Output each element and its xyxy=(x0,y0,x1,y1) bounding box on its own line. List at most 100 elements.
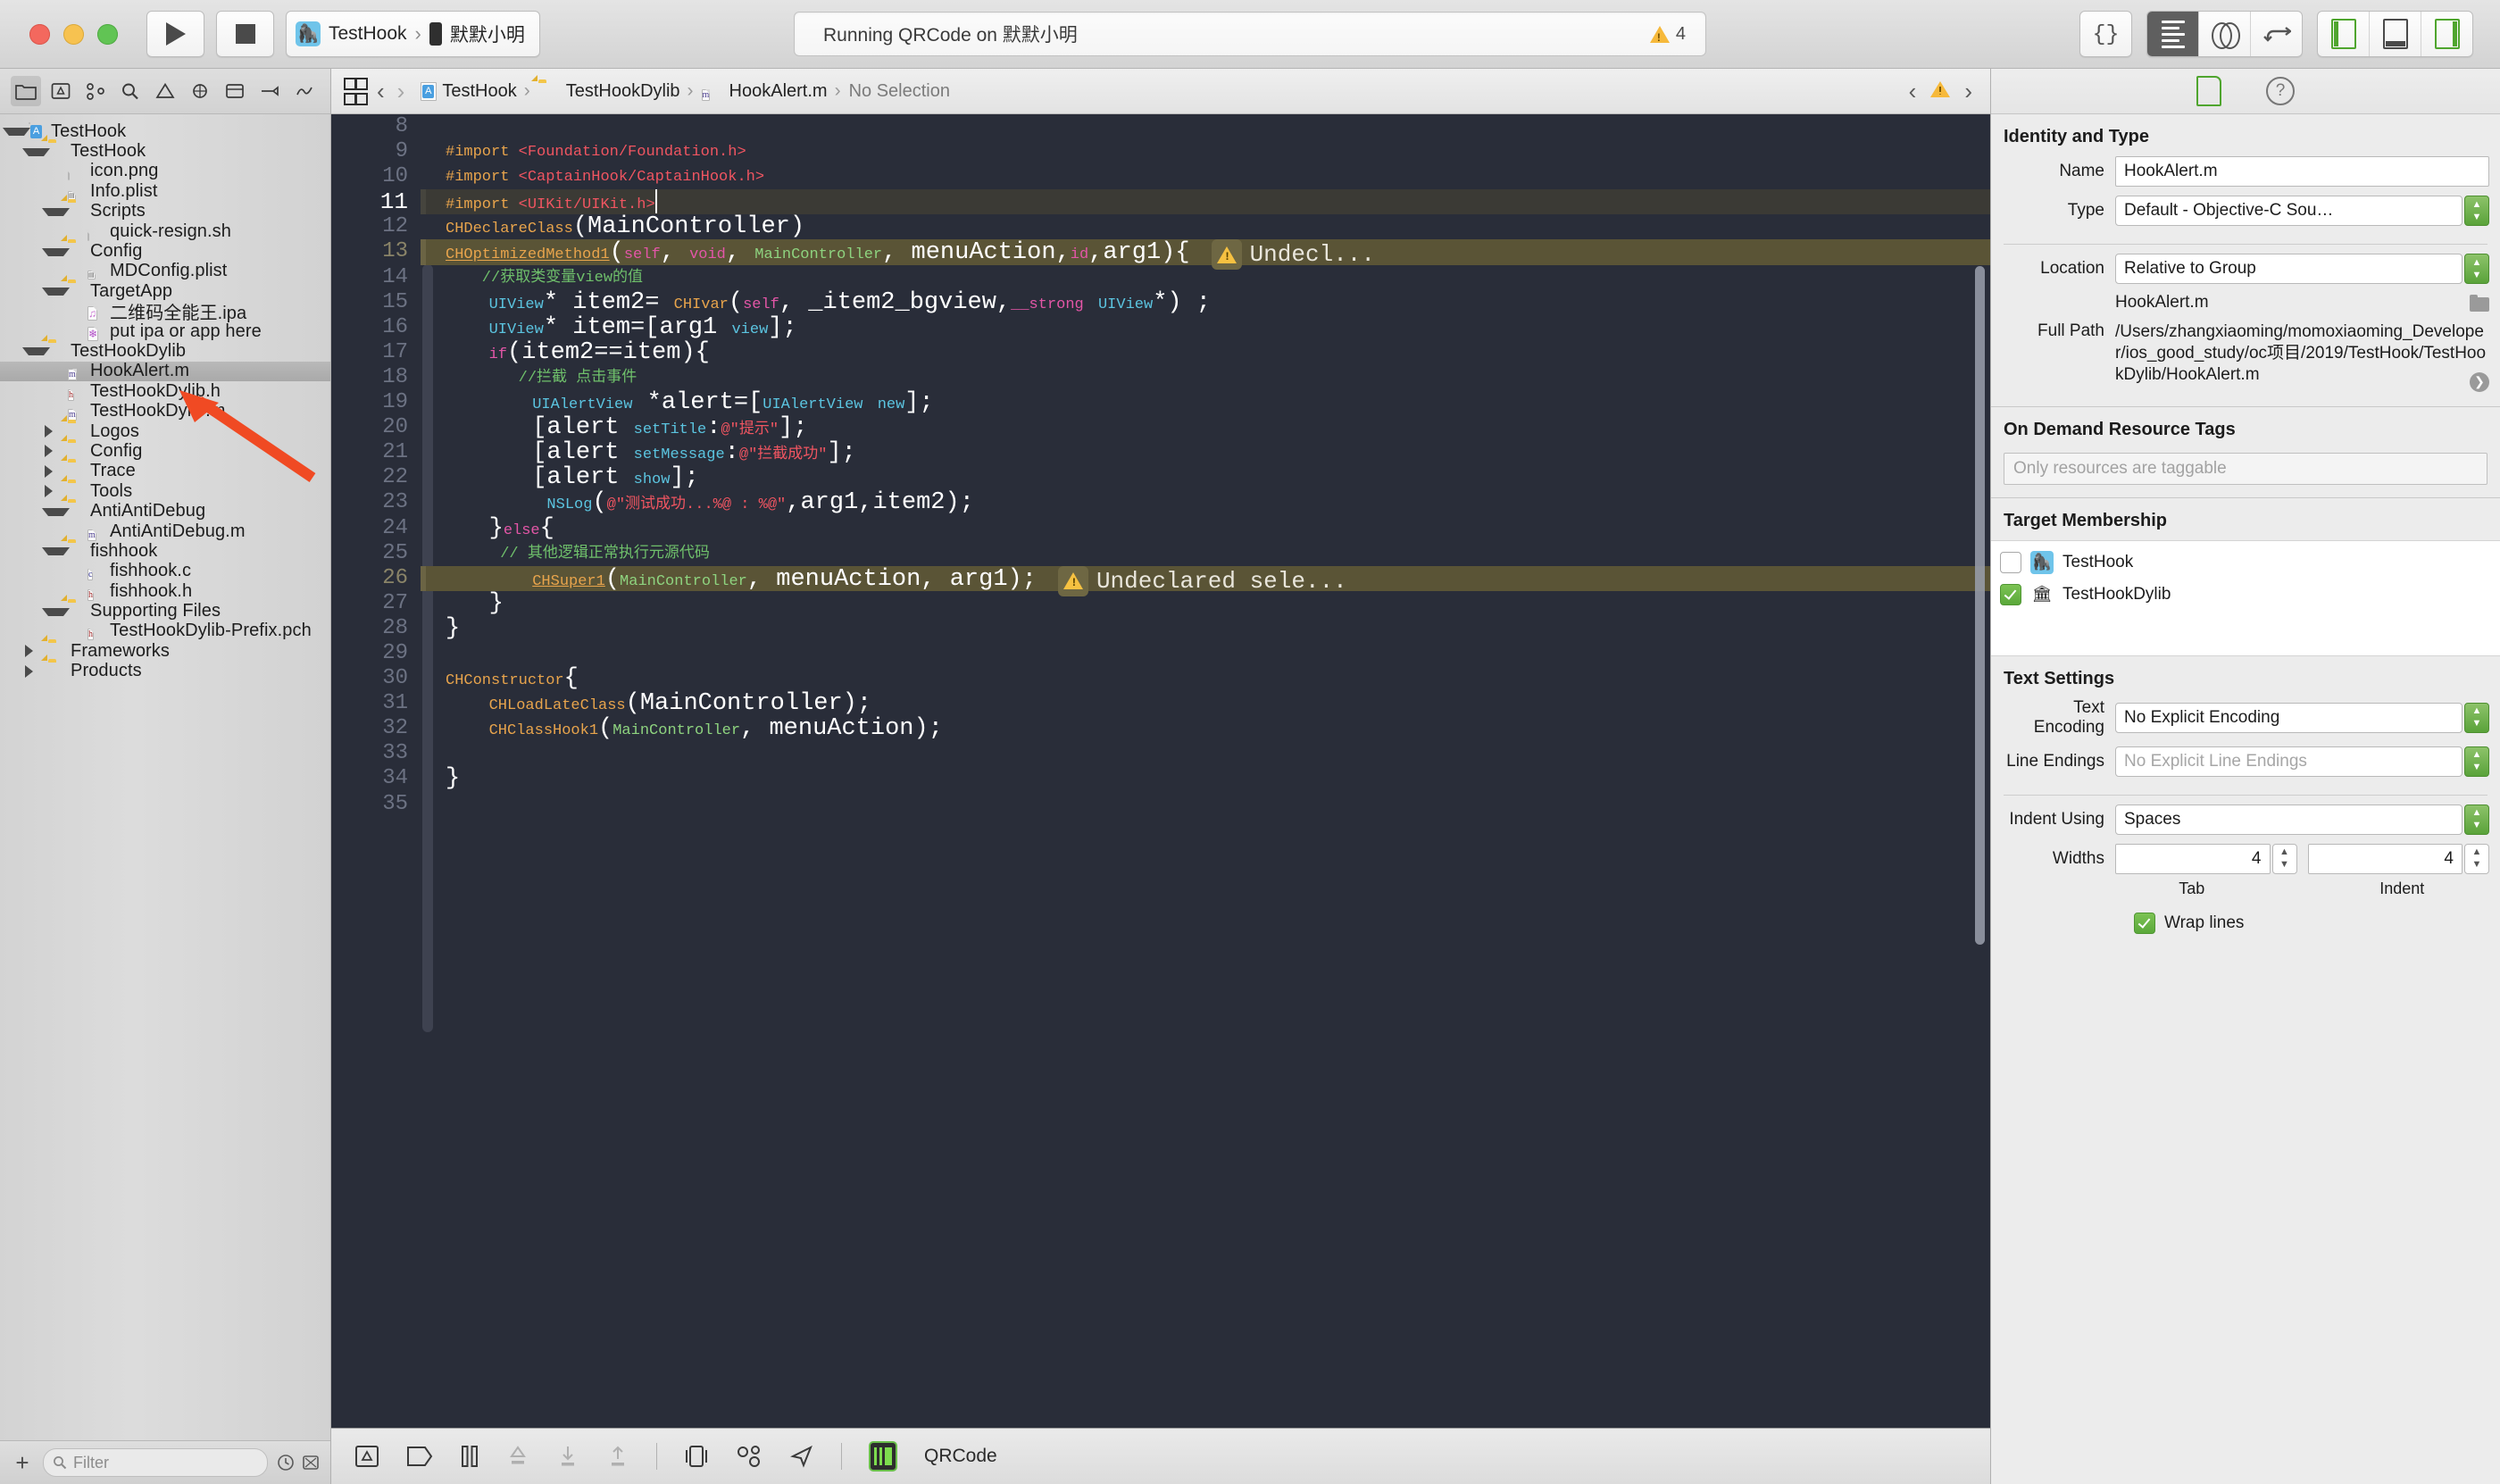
editor-vertical-scrollbar[interactable] xyxy=(1975,266,1985,945)
code-line[interactable]: NSLog(@"测试成功...%@ : %@",arg1,item2); xyxy=(421,490,1990,515)
disclosure-triangle-icon[interactable] xyxy=(29,346,44,355)
choose-folder-icon[interactable] xyxy=(2470,297,2489,312)
scheme-selector[interactable]: 🦍 TestHook › 默默小明 xyxy=(286,11,540,57)
tree-item-fishhook[interactable]: fishhook xyxy=(0,541,330,561)
code-line[interactable]: UIView* item=[arg1 view]; xyxy=(421,315,1990,340)
tab-width-stepper-icon[interactable]: ▲▼ xyxy=(2272,844,2297,874)
code-line[interactable]: } xyxy=(421,591,1990,616)
indent-width-field[interactable]: 4 xyxy=(2308,844,2463,874)
code-line[interactable] xyxy=(421,641,1990,666)
quick-help-icon[interactable]: ? xyxy=(2266,77,2295,105)
tree-item-antiantidebug.m[interactable]: mAntiAntiDebug.m xyxy=(0,521,330,541)
tree-item-fishhook.c[interactable]: cfishhook.c xyxy=(0,562,330,581)
project-navigator-tree[interactable]: ATestHookTestHookicon.png▤Info.plistScri… xyxy=(0,114,330,1440)
breakpoint-icon[interactable] xyxy=(406,1446,433,1467)
tab-debug-navigator[interactable] xyxy=(220,76,250,106)
tree-item-antiantidebug[interactable]: AntiAntiDebug xyxy=(0,501,330,521)
filter-field[interactable]: Filter xyxy=(43,1448,268,1477)
tab-symbol-navigator[interactable] xyxy=(80,76,111,106)
encoding-select[interactable]: No Explicit Encoding xyxy=(2115,703,2462,733)
tree-item-testhook[interactable]: ATestHook xyxy=(0,121,330,141)
tree-item-info.plist[interactable]: ▤Info.plist xyxy=(0,181,330,201)
tree-item-quick-resign.sh[interactable]: quick-resign.sh xyxy=(0,221,330,241)
reveal-in-finder-icon[interactable]: ❯ xyxy=(2470,372,2489,392)
code-line[interactable]: #import <Foundation/Foundation.h> xyxy=(421,139,1990,164)
tree-item-hookalert.m[interactable]: mHookAlert.m xyxy=(0,362,330,381)
breadcrumb-item-project[interactable]: A TestHook › xyxy=(421,80,531,102)
toggle-debug-button[interactable] xyxy=(2369,12,2421,56)
code-line[interactable]: CHOptimizedMethod1(self, void, MainContr… xyxy=(421,239,1990,264)
line-endings-stepper-icon[interactable]: ▲▼ xyxy=(2464,746,2489,777)
step-over-icon[interactable] xyxy=(506,1445,529,1468)
code-line[interactable]: [alert setMessage:@"拦截成功"]; xyxy=(421,440,1990,465)
name-field[interactable]: HookAlert.m xyxy=(2115,156,2489,187)
recent-files-icon[interactable] xyxy=(277,1454,295,1471)
tree-item-testhookdylib[interactable]: TestHookDylib xyxy=(0,341,330,361)
code-line[interactable] xyxy=(421,114,1990,139)
tab-find-navigator[interactable] xyxy=(115,76,146,106)
issue-warning-icon[interactable] xyxy=(1929,79,1952,104)
tree-item-icon.png[interactable]: icon.png xyxy=(0,162,330,181)
code-line[interactable]: // 其他逻辑正常执行元源代码 xyxy=(421,541,1990,566)
wrap-lines-checkbox[interactable] xyxy=(2134,913,2155,934)
go-back-button[interactable]: ‹ xyxy=(377,78,385,105)
code-line[interactable]: #import <CaptainHook/CaptainHook.h> xyxy=(421,164,1990,189)
target-checkbox[interactable] xyxy=(2000,584,2021,605)
close-button[interactable] xyxy=(29,24,50,45)
line-endings-select[interactable]: No Explicit Line Endings xyxy=(2115,746,2462,777)
disclosure-triangle-icon[interactable] xyxy=(48,247,63,256)
code-line[interactable]: #import <UIKit/UIKit.h> xyxy=(421,189,1990,214)
zoom-button[interactable] xyxy=(97,24,118,45)
odr-tags-input[interactable]: Only resources are taggable xyxy=(2004,453,2488,485)
tree-item-fishhook.h[interactable]: hfishhook.h xyxy=(0,581,330,601)
tree-item-tools[interactable]: Tools xyxy=(0,481,330,501)
indent-select[interactable]: Spaces xyxy=(2115,805,2462,835)
encoding-stepper-icon[interactable]: ▲▼ xyxy=(2464,703,2489,733)
version-editor-button[interactable] xyxy=(2250,12,2302,56)
code-line[interactable]: CHClassHook1(MainController, menuAction)… xyxy=(421,716,1990,741)
pause-icon[interactable] xyxy=(460,1445,479,1468)
code-line[interactable]: } xyxy=(421,766,1990,791)
tree-item-frameworks[interactable]: Frameworks xyxy=(0,641,330,661)
type-stepper-icon[interactable]: ▲▼ xyxy=(2464,196,2489,226)
standard-editor-button[interactable] xyxy=(2147,12,2198,56)
assistant-editor-button[interactable] xyxy=(2198,12,2250,56)
step-out-icon[interactable] xyxy=(606,1445,629,1468)
code-line[interactable] xyxy=(421,741,1990,766)
code-line[interactable]: UIAlertView *alert=[UIAlertView new]; xyxy=(421,390,1990,415)
tab-report-navigator[interactable] xyxy=(289,76,320,106)
code-line[interactable]: [alert setTitle:@"提示"]; xyxy=(421,415,1990,440)
tree-item-testhookdylib-prefix.pch[interactable]: hTestHookDylib-Prefix.pch xyxy=(0,621,330,641)
code-line[interactable]: CHLoadLateClass(MainController); xyxy=(421,691,1990,716)
tree-item-products[interactable]: Products xyxy=(0,662,330,681)
tree-item-logos[interactable]: Logos xyxy=(0,421,330,441)
breadcrumb-item-selection[interactable]: No Selection xyxy=(849,81,950,102)
breadcrumb-item-file[interactable]: m HookAlert.m › xyxy=(702,80,843,102)
tree-item-scripts[interactable]: Scripts xyxy=(0,202,330,221)
next-issue-button[interactable]: › xyxy=(1964,78,1972,105)
indent-width-stepper-icon[interactable]: ▲▼ xyxy=(2464,844,2489,874)
tree-item-testhookdylib.m[interactable]: mTestHookDylib.m xyxy=(0,401,330,421)
tree-item-config[interactable]: Config xyxy=(0,441,330,461)
source-control-filter-icon[interactable] xyxy=(302,1454,320,1471)
minimize-button[interactable] xyxy=(63,24,84,45)
toggle-utilities-button[interactable] xyxy=(2421,12,2472,56)
code-snippet-button[interactable]: {} xyxy=(2080,12,2131,56)
tree-item-testhook[interactable]: TestHook xyxy=(0,141,330,161)
view-hierarchy-icon[interactable] xyxy=(684,1445,709,1468)
tab-project-navigator[interactable] xyxy=(11,76,41,106)
stop-button[interactable] xyxy=(216,11,274,57)
code-line[interactable]: CHDeclareClass(MainController) xyxy=(421,214,1990,239)
code-line[interactable]: //获取类变量view的值 xyxy=(421,265,1990,290)
tree-item-mdconfig.plist[interactable]: ▤MDConfig.plist xyxy=(0,262,330,281)
code-line[interactable]: if(item2==item){ xyxy=(421,340,1990,365)
wrap-lines-row[interactable]: Wrap lines xyxy=(1991,913,2500,934)
show-debug-area-icon[interactable] xyxy=(354,1445,379,1468)
previous-issue-button[interactable]: ‹ xyxy=(1909,78,1917,105)
code-line[interactable]: }else{ xyxy=(421,516,1990,541)
target-checkbox[interactable] xyxy=(2000,552,2021,573)
code-line[interactable]: UIView* item2= CHIvar(self, _item2_bgvie… xyxy=(421,290,1990,315)
disclosure-triangle-icon[interactable] xyxy=(48,607,63,616)
disclosure-triangle-icon[interactable] xyxy=(48,207,63,216)
disclosure-triangle-icon[interactable] xyxy=(48,546,63,555)
